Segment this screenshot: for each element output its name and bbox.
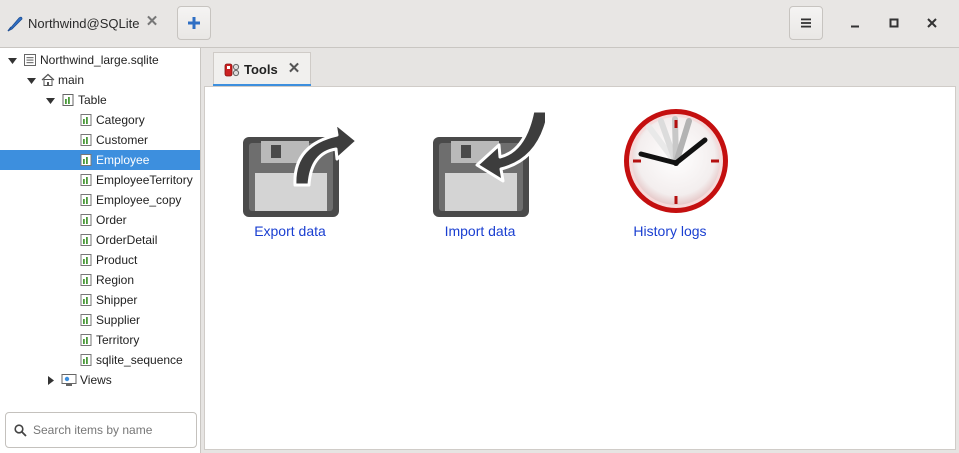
table-icon <box>79 333 93 347</box>
tools-icon <box>224 63 240 76</box>
floppy-export-icon <box>243 121 355 217</box>
tree-item-table[interactable]: Territory <box>0 330 200 350</box>
add-connection-button[interactable] <box>177 6 211 40</box>
tree-item-label: Employee <box>96 153 150 167</box>
tree-item-database[interactable]: Northwind_large.sqlite <box>0 50 200 70</box>
collapse-icon[interactable] <box>44 94 56 106</box>
tree-item-table[interactable]: sqlite_sequence <box>0 350 200 370</box>
tree-item-label: Customer <box>96 133 149 147</box>
tree-item-table[interactable]: Product <box>0 250 200 270</box>
minimize-icon <box>851 25 859 28</box>
import-data-tool[interactable]: Import data <box>405 107 555 247</box>
views-icon <box>61 373 77 387</box>
navigator-panel: Northwind_large.sqlite main Table Catego… <box>0 48 201 453</box>
tree-item-label: Order <box>96 213 127 227</box>
expand-icon[interactable] <box>44 374 56 386</box>
table-icon <box>79 113 93 127</box>
tree-item-label: Product <box>96 253 138 267</box>
tree-item-label: Views <box>80 373 112 387</box>
schema-home-icon <box>41 73 55 87</box>
collapse-icon[interactable] <box>6 54 18 66</box>
tree-item-schema[interactable]: main <box>0 70 200 90</box>
tree-item-label: OrderDetail <box>96 233 158 247</box>
tree-item-table[interactable]: Shipper <box>0 290 200 310</box>
tree-item-label: main <box>58 73 85 87</box>
table-icon <box>79 313 93 327</box>
collapse-icon[interactable] <box>25 74 37 86</box>
table-icon <box>79 153 93 167</box>
tree-item-label: Supplier <box>96 313 141 327</box>
tree-item-table[interactable]: Region <box>0 270 200 290</box>
tools-content: Export data Import data History logs <box>204 86 956 450</box>
history-logs-tool[interactable]: History logs <box>595 107 745 247</box>
tree-item-table[interactable]: Order <box>0 210 200 230</box>
history-logs-link[interactable]: History logs <box>633 223 706 239</box>
tree-item-table[interactable]: Employee <box>0 150 200 170</box>
window-close-button[interactable] <box>922 13 942 33</box>
search-box[interactable] <box>5 412 197 448</box>
table-icon <box>79 233 93 247</box>
table-icon <box>79 293 93 307</box>
minimize-button[interactable] <box>845 13 865 33</box>
plus-icon <box>188 17 200 29</box>
table-group-icon <box>61 93 75 107</box>
maximize-icon <box>889 18 899 28</box>
tree-item-label: EmployeeTerritory <box>96 173 193 187</box>
floppy-import-icon <box>433 109 545 217</box>
tree-item-views[interactable]: Views <box>0 370 200 390</box>
tree-item-label: Northwind_large.sqlite <box>40 53 159 67</box>
table-icon <box>79 193 93 207</box>
database-file-icon <box>23 53 37 67</box>
tree-item-label: sqlite_sequence <box>96 353 183 367</box>
tree-item-label: Table <box>78 93 107 107</box>
tree-item-table[interactable]: Supplier <box>0 310 200 330</box>
tree-item-label: Region <box>96 273 135 287</box>
tree-item-label: Employee_copy <box>96 193 182 207</box>
tree-item-label: Shipper <box>96 293 138 307</box>
window-close-icon <box>927 18 937 28</box>
tree-item-table[interactable]: Employee_copy <box>0 190 200 210</box>
title-bar: Northwind@SQLite ✕ <box>0 0 959 48</box>
tab-tools[interactable]: Tools ✕ <box>213 52 311 87</box>
tree-item-table[interactable]: Customer <box>0 130 200 150</box>
table-icon <box>79 213 93 227</box>
table-icon <box>79 353 93 367</box>
search-input[interactable] <box>33 423 183 437</box>
tab-bar: Tools ✕ <box>204 48 959 87</box>
export-data-link[interactable]: Export data <box>254 223 326 239</box>
table-icon <box>79 173 93 187</box>
import-data-link[interactable]: Import data <box>445 223 516 239</box>
tree-item-label: Territory <box>96 333 140 347</box>
export-data-tool[interactable]: Export data <box>215 107 365 247</box>
table-icon <box>79 253 93 267</box>
tree-item-table[interactable]: OrderDetail <box>0 230 200 250</box>
clock-icon <box>624 109 728 213</box>
feather-icon <box>6 15 24 33</box>
connection-tab-title: Northwind@SQLite <box>28 16 140 31</box>
tree-item-table-group[interactable]: Table <box>0 90 200 110</box>
maximize-button[interactable] <box>884 13 904 33</box>
tree-item-table[interactable]: EmployeeTerritory <box>0 170 200 190</box>
tab-label: Tools <box>244 62 278 77</box>
search-icon <box>14 423 27 437</box>
connection-tab[interactable]: Northwind@SQLite ✕ <box>0 0 170 47</box>
tree-item-table[interactable]: Category <box>0 110 200 130</box>
hamburger-menu-icon <box>801 18 811 28</box>
tree-item-label: Category <box>96 113 145 127</box>
close-icon[interactable]: ✕ <box>144 14 160 30</box>
table-icon <box>79 133 93 147</box>
table-icon <box>79 273 93 287</box>
close-icon[interactable]: ✕ <box>286 61 302 77</box>
main-menu-button[interactable] <box>789 6 823 40</box>
main-area: Tools ✕ Export data Import data History … <box>204 48 959 453</box>
